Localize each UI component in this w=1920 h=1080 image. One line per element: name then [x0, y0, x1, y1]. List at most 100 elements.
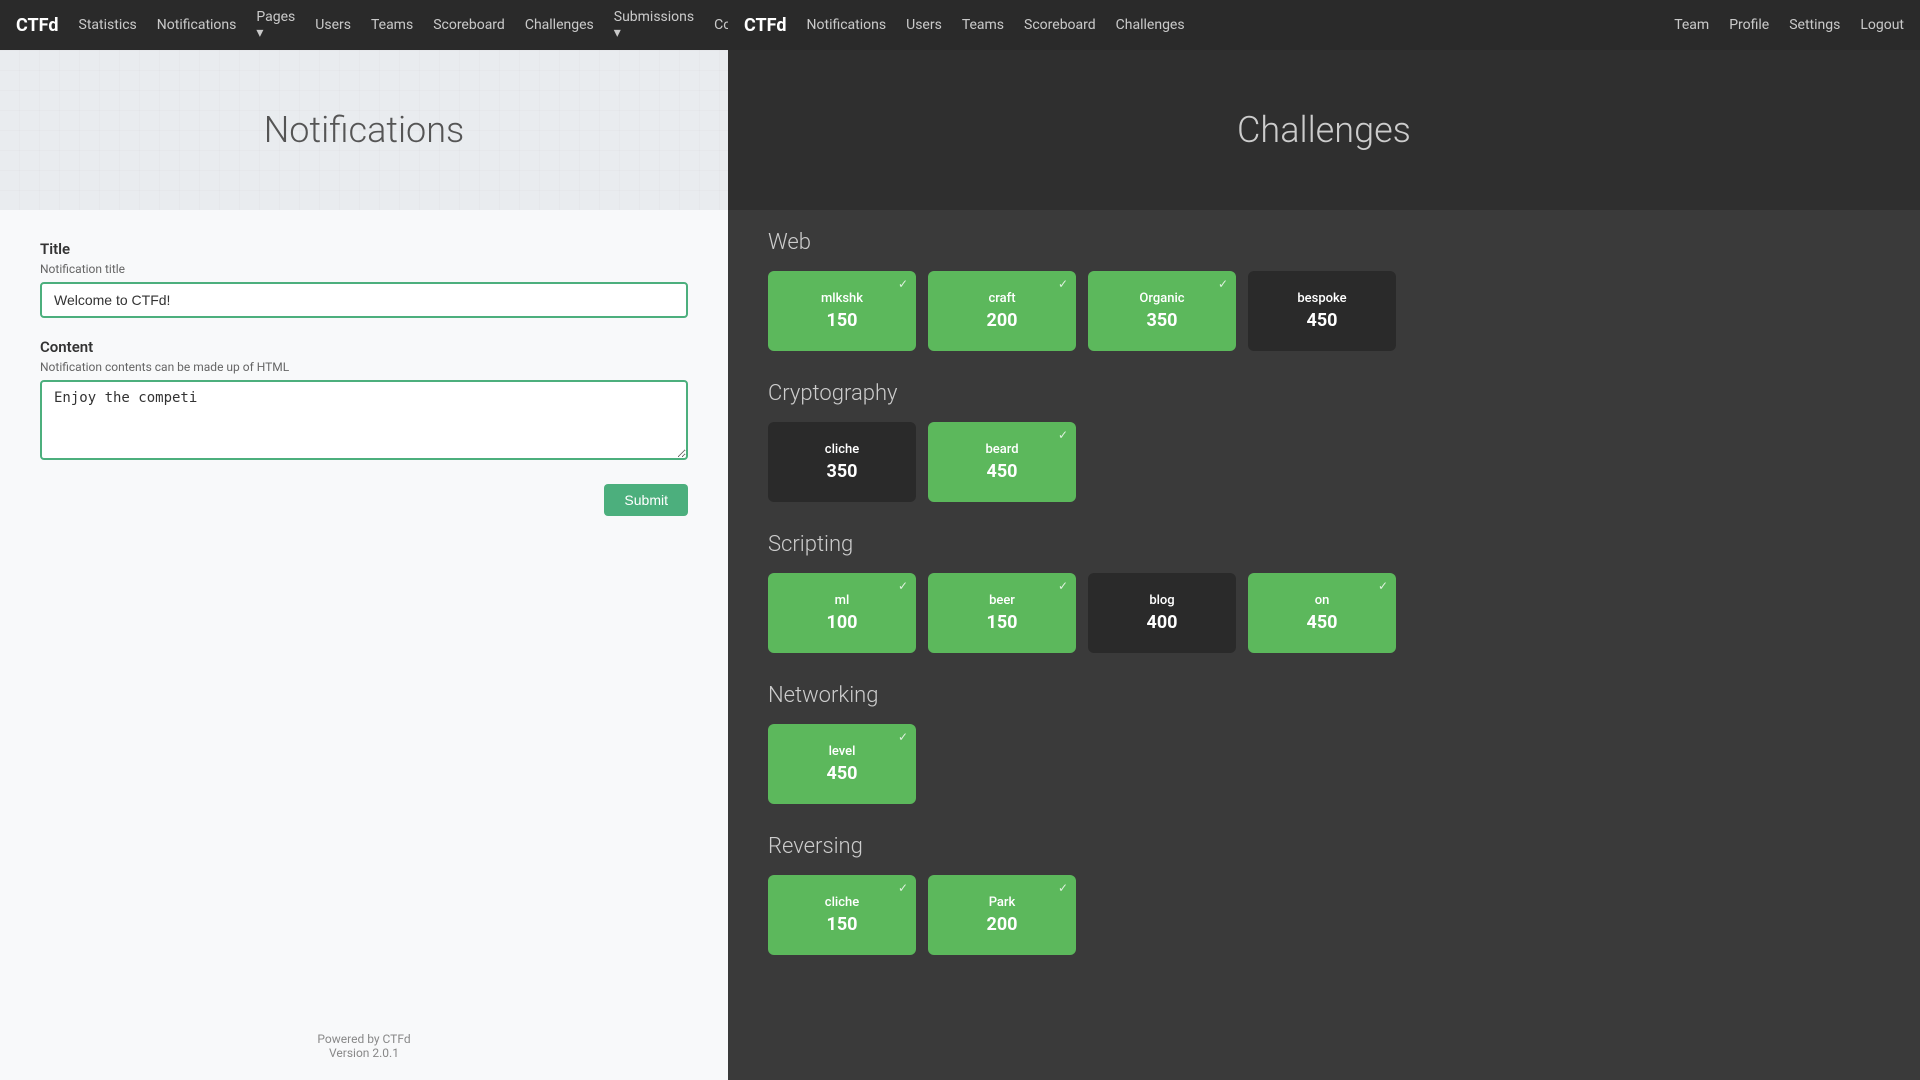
title-input[interactable] — [40, 282, 688, 318]
challenge-cards-3: ✓ level 450 — [768, 724, 1880, 804]
nav-statistics[interactable]: Statistics — [79, 17, 137, 33]
challenge-points: 150 — [987, 612, 1018, 633]
nav-challenges[interactable]: Challenges — [525, 17, 594, 33]
category-title-2: Scripting — [768, 532, 1880, 557]
challenge-name: bespoke — [1297, 291, 1346, 306]
challenge-card-4-0[interactable]: ✓cliche150 — [768, 875, 916, 955]
left-page-title: Notifications — [264, 109, 465, 151]
challenge-card-3-0[interactable]: ✓ level 450 — [768, 724, 916, 804]
solved-check-icon: ✓ — [898, 881, 908, 895]
submit-button[interactable]: Submit — [604, 484, 688, 516]
challenge-cards-1: cliche 350 ✓ beard 450 — [768, 422, 1880, 502]
title-label: Title — [40, 240, 688, 258]
solved-check-icon: ✓ — [1218, 277, 1228, 291]
right-nav-teams[interactable]: Teams — [962, 17, 1004, 33]
solved-check-icon: ✓ — [898, 730, 908, 744]
challenge-points: 450 — [987, 461, 1018, 482]
content-label: Content — [40, 338, 688, 356]
challenge-points: 350 — [827, 461, 858, 482]
category-scripting: Scripting✓ml100✓beer150blog400✓on450 — [768, 532, 1880, 653]
solved-check-icon: ✓ — [898, 579, 908, 593]
right-hero: Challenges — [728, 50, 1920, 210]
challenge-name: blog — [1149, 593, 1174, 608]
right-nav-challenges[interactable]: Challenges — [1116, 17, 1185, 33]
right-brand[interactable]: CTFd — [744, 15, 787, 36]
challenge-name: on — [1315, 593, 1330, 608]
footer-line1: Powered by CTFd — [20, 1032, 708, 1046]
right-nav-team[interactable]: Team — [1674, 17, 1709, 33]
nav-scoreboard[interactable]: Scoreboard — [433, 17, 505, 33]
solved-check-icon: ✓ — [1058, 881, 1068, 895]
challenge-points: 450 — [1307, 612, 1338, 633]
challenge-points: 350 — [1147, 310, 1178, 331]
nav-pages-dropdown[interactable]: Pages ▾ — [256, 9, 295, 41]
category-title-1: Cryptography — [768, 381, 1880, 406]
challenge-name: mlkshk — [821, 291, 863, 306]
challenge-card-0-1[interactable]: ✓ craft 200 — [928, 271, 1076, 351]
challenge-points: 150 — [827, 310, 858, 331]
right-nav-logout[interactable]: Logout — [1860, 17, 1904, 33]
challenge-card-0-2[interactable]: ✓ Organic 350 — [1088, 271, 1236, 351]
challenge-cards-0: ✓mlkshk150✓craft200✓Organic350bespoke450 — [768, 271, 1880, 351]
left-panel: CTFd Statistics Notifications Pages ▾ Us… — [0, 0, 728, 1080]
category-cryptography: Cryptography cliche 350 ✓ beard 450 — [768, 381, 1880, 502]
right-nav-profile[interactable]: Profile — [1729, 17, 1769, 33]
challenge-points: 450 — [1307, 310, 1338, 331]
challenge-cards-4: ✓cliche150✓Park200 — [768, 875, 1880, 955]
challenge-points: 200 — [987, 914, 1018, 935]
challenge-name: cliche — [825, 895, 859, 910]
challenge-card-2-2[interactable]: blog 400 — [1088, 573, 1236, 653]
challenge-cards-2: ✓ml100✓beer150blog400✓on450 — [768, 573, 1880, 653]
left-navbar: CTFd Statistics Notifications Pages ▾ Us… — [0, 0, 728, 50]
challenge-points: 100 — [827, 612, 858, 633]
solved-check-icon: ✓ — [1058, 428, 1068, 442]
challenge-name: craft — [988, 291, 1015, 306]
challenge-card-0-0[interactable]: ✓mlkshk150 — [768, 271, 916, 351]
nav-teams[interactable]: Teams — [371, 17, 413, 33]
right-page-title: Challenges — [1237, 109, 1411, 151]
footer-line2: Version 2.0.1 — [20, 1046, 708, 1060]
category-title-3: Networking — [768, 683, 1880, 708]
left-form-content: Title Notification title Content Notific… — [0, 210, 728, 1012]
solved-check-icon: ✓ — [1378, 579, 1388, 593]
challenge-name: level — [829, 744, 856, 759]
category-reversing: Reversing✓cliche150✓Park200 — [768, 834, 1880, 955]
challenge-points: 450 — [827, 763, 858, 784]
challenge-name: beard — [985, 442, 1018, 457]
left-hero: Notifications — [0, 50, 728, 210]
challenge-name: beer — [989, 593, 1015, 608]
content-textarea[interactable]: Enjoy the competi — [40, 380, 688, 460]
left-brand[interactable]: CTFd — [16, 15, 59, 36]
content-form-group: Content Notification contents can be mad… — [40, 338, 688, 464]
right-nav-scoreboard[interactable]: Scoreboard — [1024, 17, 1096, 33]
nav-notifications[interactable]: Notifications — [157, 17, 237, 33]
challenge-name: cliche — [825, 442, 859, 457]
title-form-group: Title Notification title — [40, 240, 688, 318]
right-nav-users[interactable]: Users — [906, 17, 942, 33]
nav-users[interactable]: Users — [315, 17, 351, 33]
challenge-card-2-3[interactable]: ✓ on 450 — [1248, 573, 1396, 653]
challenge-card-4-1[interactable]: ✓ Park 200 — [928, 875, 1076, 955]
category-title-0: Web — [768, 230, 1880, 255]
challenge-card-2-1[interactable]: ✓beer150 — [928, 573, 1076, 653]
nav-submissions-dropdown[interactable]: Submissions ▾ — [614, 9, 694, 41]
content-hint: Notification contents can be made up of … — [40, 360, 688, 374]
solved-check-icon: ✓ — [1058, 277, 1068, 291]
challenge-card-2-0[interactable]: ✓ ml 100 — [768, 573, 916, 653]
challenge-name: ml — [835, 593, 850, 608]
challenge-points: 400 — [1147, 612, 1178, 633]
left-footer: Powered by CTFd Version 2.0.1 — [0, 1012, 728, 1080]
challenge-card-1-0[interactable]: cliche 350 — [768, 422, 916, 502]
title-hint: Notification title — [40, 262, 688, 276]
challenge-points: 200 — [987, 310, 1018, 331]
category-web: Web✓mlkshk150✓craft200✓Organic350bespoke… — [768, 230, 1880, 351]
challenge-name: Organic — [1139, 291, 1184, 306]
challenge-card-1-1[interactable]: ✓ beard 450 — [928, 422, 1076, 502]
right-navbar: CTFd Notifications Users Teams Scoreboar… — [728, 0, 1920, 50]
category-networking: Networking ✓ level 450 — [768, 683, 1880, 804]
challenge-card-0-3[interactable]: bespoke 450 — [1248, 271, 1396, 351]
right-nav-notifications[interactable]: Notifications — [807, 17, 887, 33]
challenge-name: Park — [989, 895, 1016, 910]
right-challenges-content: Web ✓ mlkshk 150 ✓ craft 200 ✓ Organic 350 bespoke… — [728, 210, 1920, 1005]
right-nav-settings[interactable]: Settings — [1789, 17, 1840, 33]
